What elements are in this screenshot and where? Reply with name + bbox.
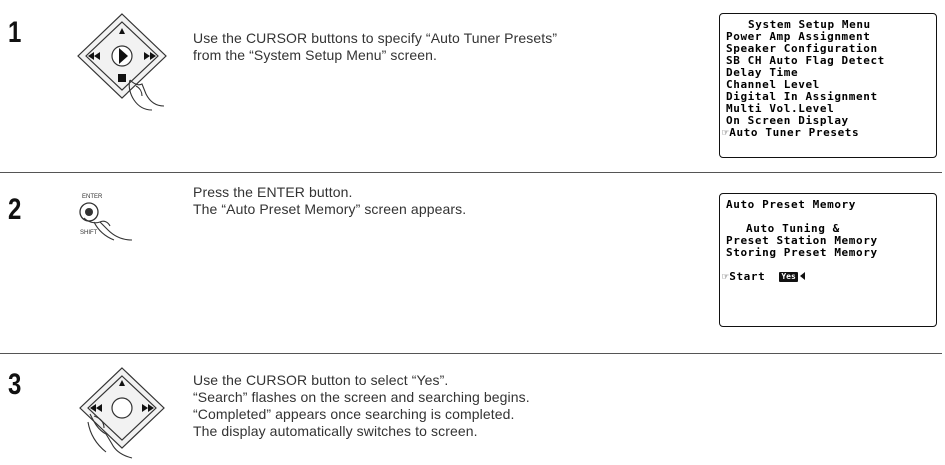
- text-line: from the “System Setup Menu” screen.: [193, 47, 438, 63]
- cursor-pad-icon: [72, 10, 172, 117]
- step-number: 3: [8, 368, 22, 401]
- selected-item-label: Auto Tuner Presets: [729, 126, 860, 139]
- cursor-pad-icon: [72, 364, 172, 465]
- screen-line: Storing Preset Memory: [726, 246, 878, 259]
- start-label: Start: [729, 270, 766, 283]
- step-3-text: Use the CURSOR button to select “Yes”. “…: [193, 372, 530, 440]
- text-line: Press the ENTER button.: [193, 184, 353, 200]
- text-line: The display automatically switches to sc…: [193, 423, 478, 439]
- text-line: The “Auto Preset Memory” screen appears.: [193, 201, 467, 217]
- step-1: 1 Use the CURSOR buttons to specify “Aut…: [0, 0, 945, 172]
- step-1-text: Use the CURSOR buttons to specify “Auto …: [193, 30, 557, 64]
- enter-button-press-icon: ENTER SHIFT: [74, 190, 154, 255]
- left-arrow-icon: [799, 272, 805, 280]
- shift-label: SHIFT: [80, 230, 98, 236]
- text-line: Use the CURSOR button to select “Yes”.: [193, 372, 449, 388]
- step-2: 2 ENTER SHIFT Press the ENTER button. Th…: [0, 173, 945, 353]
- text-line: Use the CURSOR buttons to specify “Auto …: [193, 30, 558, 46]
- menu-item-selected: ☞Auto Tuner Presets: [722, 127, 932, 139]
- enter-label: ENTER: [82, 194, 103, 200]
- step-3: 3 Use the CURSOR button to select “Yes”.…: [0, 354, 945, 462]
- yes-option: Yes: [779, 272, 798, 282]
- text-line: “Completed” appears once searching is co…: [193, 406, 515, 422]
- start-row: ☞Start Yes: [722, 271, 932, 283]
- system-setup-menu-screen: System Setup Menu Power Amp Assignment S…: [719, 13, 937, 158]
- text-line: “Search” flashes on the screen and searc…: [193, 389, 530, 405]
- screen-title: Auto Preset Memory: [726, 198, 857, 211]
- step-number: 1: [8, 16, 22, 49]
- auto-preset-memory-screen: Auto Preset Memory Auto Tuning & Preset …: [719, 193, 937, 327]
- step-2-text: Press the ENTER button. The “Auto Preset…: [193, 184, 466, 218]
- step-number: 2: [8, 193, 22, 226]
